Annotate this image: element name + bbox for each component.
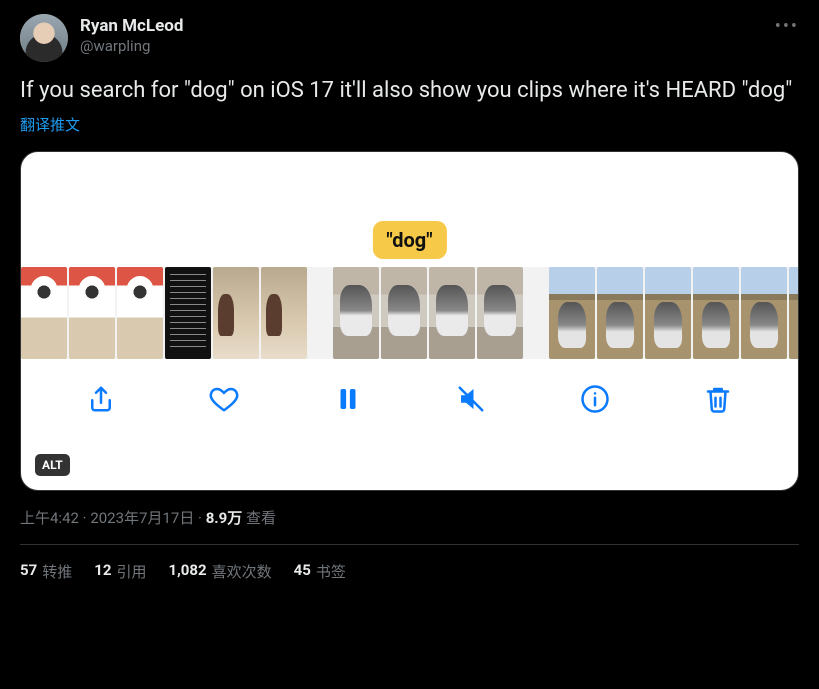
tweet-header: Ryan McLeod @warpling •••	[20, 14, 799, 62]
heart-icon[interactable]	[207, 382, 241, 416]
tweet-text: If you search for "dog" on iOS 17 it'll …	[20, 76, 799, 106]
display-name: Ryan McLeod	[80, 16, 183, 37]
thumbnail	[381, 267, 427, 359]
thumbnail	[741, 267, 787, 359]
clip-group-focused[interactable]	[333, 267, 523, 359]
thumbnail	[693, 267, 739, 359]
handle: @warpling	[80, 37, 183, 56]
media-toolbar	[21, 359, 798, 439]
thumbnail	[69, 267, 115, 359]
views-count: 8.9万	[206, 509, 243, 527]
media-card[interactable]: "dog"	[20, 151, 799, 491]
video-timeline[interactable]	[21, 267, 798, 359]
mute-icon[interactable]	[454, 382, 488, 416]
views-label: 查看	[242, 509, 276, 527]
thumbnail	[261, 267, 307, 359]
clip-group[interactable]	[21, 267, 307, 359]
alt-badge[interactable]: ALT	[35, 454, 70, 476]
stat-likes[interactable]: 1,082 喜欢次数	[168, 561, 271, 582]
stat-quotes[interactable]: 12 引用	[94, 561, 146, 582]
pause-icon[interactable]	[331, 382, 365, 416]
thumbnail	[21, 267, 67, 359]
thumbnail	[117, 267, 163, 359]
trash-icon[interactable]	[701, 382, 735, 416]
tweet-meta[interactable]: 上午4:42 · 2023年7月17日 · 8.9万 查看	[20, 507, 799, 528]
thumbnail	[645, 267, 691, 359]
date: 2023年7月17日	[90, 509, 194, 527]
more-icon[interactable]: •••	[775, 16, 799, 37]
caption-bubble: "dog"	[372, 221, 446, 259]
translate-link[interactable]: 翻译推文	[20, 114, 799, 135]
stats-row: 57 转推 12 引用 1,082 喜欢次数 45 书签	[20, 561, 799, 582]
share-icon[interactable]	[84, 382, 118, 416]
media-upper: "dog"	[21, 152, 798, 267]
divider	[20, 544, 799, 545]
avatar[interactable]	[20, 14, 68, 62]
clip-group[interactable]	[549, 267, 799, 359]
time: 上午4:42	[20, 509, 79, 527]
author-names[interactable]: Ryan McLeod @warpling	[80, 14, 183, 56]
thumbnail	[165, 267, 211, 359]
thumbnail	[333, 267, 379, 359]
thumbnail	[597, 267, 643, 359]
info-icon[interactable]	[578, 382, 612, 416]
tweet-container: Ryan McLeod @warpling ••• If you search …	[0, 0, 819, 582]
thumbnail	[549, 267, 595, 359]
stat-retweets[interactable]: 57 转推	[20, 561, 72, 582]
thumbnail	[213, 267, 259, 359]
thumbnail	[789, 267, 799, 359]
thumbnail	[429, 267, 475, 359]
stat-bookmarks[interactable]: 45 书签	[294, 561, 346, 582]
thumbnail	[477, 267, 523, 359]
